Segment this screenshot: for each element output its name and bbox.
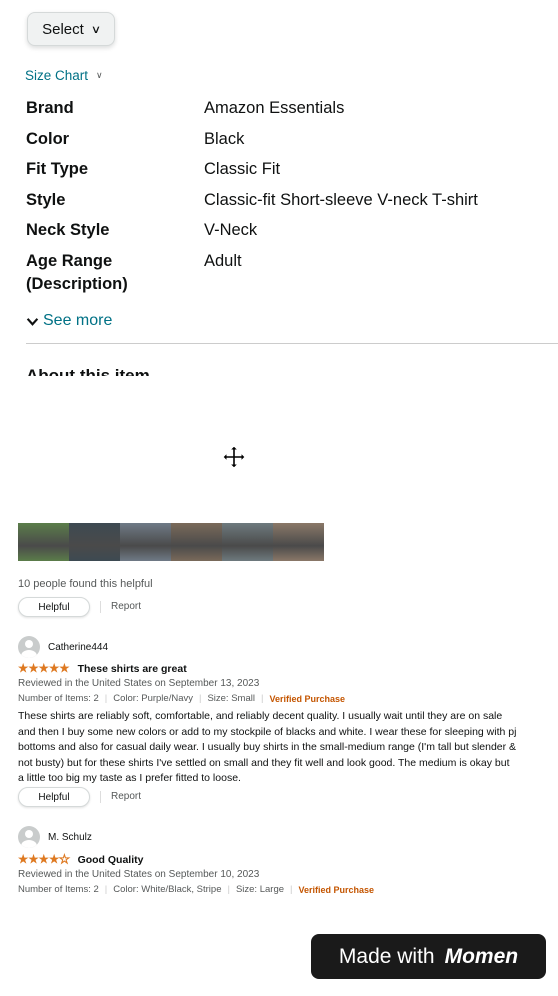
star-rating: ★ ★ ★ ★ ★ bbox=[18, 854, 70, 867]
star-filled-icon: ★ bbox=[48, 854, 60, 866]
spec-key: Brand bbox=[26, 99, 74, 117]
review-color: Color: White/Black, Stripe bbox=[113, 884, 222, 895]
review-body: These shirts are reliably soft, comforta… bbox=[18, 710, 517, 784]
star-rating: ★ ★ ★ ★ ★ bbox=[18, 663, 70, 675]
star-empty-icon: ★ bbox=[59, 854, 70, 867]
made-with-badge[interactable]: Made with Momen bbox=[311, 934, 546, 979]
report-link[interactable]: Report bbox=[100, 601, 141, 613]
review-image-thumbnail[interactable] bbox=[273, 523, 324, 561]
star-filled-icon: ★ bbox=[59, 663, 70, 675]
spec-value: V-Neck bbox=[204, 221, 258, 239]
review-date: Reviewed in the United States on Septemb… bbox=[18, 869, 260, 880]
review-title: Good Quality bbox=[77, 854, 144, 866]
star-filled-icon: ★ bbox=[18, 663, 29, 675]
select-dropdown[interactable]: Select ∨ bbox=[27, 12, 115, 46]
see-more-link[interactable]: See more bbox=[26, 312, 112, 330]
review-title: These shirts are great bbox=[77, 663, 187, 675]
reviewer-profile[interactable]: Catherine444 bbox=[18, 636, 108, 658]
reviewer-name: M. Schulz bbox=[48, 831, 92, 843]
report-link[interactable]: Report bbox=[100, 791, 141, 803]
brand-logo: Momen bbox=[444, 944, 519, 968]
avatar bbox=[18, 636, 40, 658]
helpful-count: 10 people found this helpful bbox=[18, 578, 153, 590]
star-filled-icon: ★ bbox=[38, 663, 49, 675]
review-image-thumbnail[interactable] bbox=[18, 523, 69, 561]
helpful-button[interactable]: Helpful bbox=[18, 597, 90, 617]
verified-purchase-badge: Verified Purchase bbox=[269, 693, 345, 704]
spec-key-line2: (Description) bbox=[26, 275, 128, 293]
review-items: Number of Items: 2 bbox=[18, 693, 99, 704]
star-filled-icon: ★ bbox=[48, 663, 60, 675]
size-chart-link[interactable]: Size Chart ∨ bbox=[25, 68, 103, 83]
spec-key: Age Range (Description) bbox=[26, 250, 196, 296]
reviewer-profile[interactable]: M. Schulz bbox=[18, 826, 92, 848]
spec-key: Color bbox=[26, 130, 70, 148]
spec-value: Adult bbox=[204, 252, 242, 270]
review-meta: Number of Items: 2 | Color: White/Black,… bbox=[18, 884, 375, 895]
review-actions: Helpful Report bbox=[18, 787, 141, 807]
spec-key: Style bbox=[26, 191, 66, 209]
spec-key: Neck Style bbox=[26, 221, 110, 239]
spec-key: Fit Type bbox=[26, 160, 89, 178]
review-image-thumbnail[interactable] bbox=[222, 523, 273, 561]
review-image-thumbnail[interactable] bbox=[171, 523, 222, 561]
review-actions: Helpful Report bbox=[18, 597, 141, 617]
size-chart-label: Size Chart bbox=[25, 68, 89, 83]
review-items: Number of Items: 2 bbox=[18, 884, 99, 895]
chevron-down-icon: ∨ bbox=[90, 23, 102, 36]
about-heading: About this item bbox=[26, 366, 150, 376]
spec-value: Classic Fit bbox=[204, 160, 281, 178]
spec-key-line1: Age Range bbox=[26, 252, 113, 270]
spec-value: Classic-fit Short-sleeve V-neck T-shirt bbox=[204, 191, 478, 209]
review-date: Reviewed in the United States on Septemb… bbox=[18, 678, 260, 689]
verified-purchase-badge: Verified Purchase bbox=[298, 884, 375, 895]
review-size: Size: Small bbox=[207, 693, 255, 704]
divider bbox=[26, 343, 558, 344]
review-rating-title[interactable]: ★ ★ ★ ★ ★ These shirts are great bbox=[18, 663, 187, 675]
review-rating-title[interactable]: ★ ★ ★ ★ ★ Good Quality bbox=[18, 854, 144, 867]
star-filled-icon: ★ bbox=[18, 854, 29, 866]
chevron-down-icon bbox=[26, 317, 39, 326]
badge-prefix: Made with bbox=[338, 944, 435, 968]
star-filled-icon: ★ bbox=[28, 663, 39, 675]
review-image-thumbnail[interactable] bbox=[69, 523, 120, 561]
select-label: Select bbox=[42, 20, 84, 38]
review-color: Color: Purple/Navy bbox=[113, 693, 193, 704]
reviewer-name: Catherine444 bbox=[48, 641, 109, 653]
move-cursor-icon bbox=[222, 445, 246, 469]
star-filled-icon: ★ bbox=[28, 854, 39, 866]
spec-value: Black bbox=[204, 130, 245, 148]
star-filled-icon: ★ bbox=[38, 854, 49, 866]
review-size: Size: Large bbox=[235, 884, 285, 895]
spec-value: Amazon Essentials bbox=[204, 99, 345, 117]
review-image-thumbnail[interactable] bbox=[120, 523, 171, 561]
avatar bbox=[18, 826, 40, 848]
see-more-label: See more bbox=[43, 312, 113, 329]
review-meta: Number of Items: 2 | Color: Purple/Navy … bbox=[18, 693, 345, 704]
helpful-button[interactable]: Helpful bbox=[18, 787, 90, 807]
review-image-strip bbox=[18, 523, 324, 561]
chevron-down-icon: ∨ bbox=[96, 70, 103, 80]
